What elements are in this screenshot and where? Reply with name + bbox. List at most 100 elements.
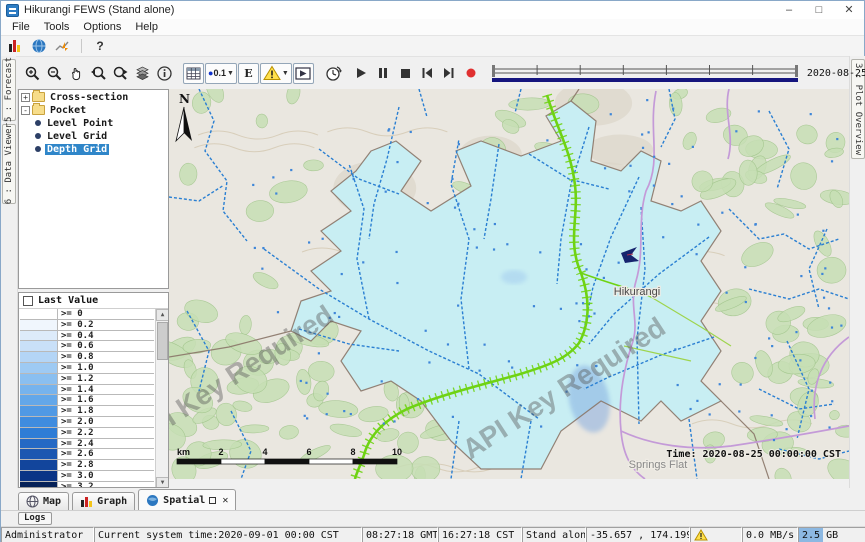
node-bullet-icon — [35, 120, 41, 126]
map-display-button[interactable] — [30, 38, 48, 54]
legend-list: >= 0>= 0.2>= 0.4>= 0.6>= 0.8>= 1.0>= 1.2… — [20, 309, 154, 488]
scroll-up-icon[interactable]: ▲ — [156, 309, 169, 321]
labels-toggle-button[interactable]: E — [238, 63, 259, 84]
legend-swatch — [20, 363, 58, 373]
database-button[interactable] — [6, 38, 24, 54]
legend-row: >= 2.4 — [20, 439, 154, 450]
tree-item-pocket[interactable]: -Pocket — [21, 104, 168, 116]
legend-swatch — [20, 352, 58, 362]
skip-start-icon — [420, 66, 434, 80]
legend-swatch — [20, 395, 58, 405]
close-button[interactable]: ✕ — [834, 1, 864, 19]
close-tab-icon[interactable]: ✕ — [222, 495, 228, 506]
chevron-down-icon: ▼ — [282, 70, 289, 77]
status-cell: Current system time:2020-09-01 00:00 CST — [94, 527, 362, 542]
menu-help[interactable]: Help — [128, 19, 165, 35]
menu-bar: FileToolsOptionsHelp — [1, 19, 864, 36]
animation-button[interactable] — [293, 63, 314, 84]
legend-swatch — [20, 309, 58, 319]
help-button[interactable]: ? — [91, 38, 109, 54]
record-icon — [464, 66, 478, 80]
thresholds-dropdown[interactable]: ▼ — [260, 63, 292, 84]
restore-icon[interactable] — [209, 497, 216, 504]
zoom-previous-button[interactable] — [88, 63, 109, 84]
step-back-button[interactable] — [417, 63, 438, 84]
legend-swatch — [20, 428, 58, 438]
left-tab-strip: 5 : Forecast 6 : Data Viewer — [1, 56, 18, 488]
grid-display-button[interactable] — [183, 63, 204, 84]
set-time-button[interactable] — [323, 63, 344, 84]
layers-icon — [134, 65, 151, 82]
map-time-label: Time: 2020-08-25 00:00:00 CST — [666, 448, 841, 460]
side-tab-forecast[interactable]: 5 : Forecast — [2, 59, 16, 121]
stop-button[interactable] — [395, 63, 416, 84]
skip-end-icon — [442, 66, 456, 80]
label-e-icon: E — [244, 67, 252, 80]
info-icon — [156, 65, 173, 82]
zoom-next-icon — [112, 65, 129, 82]
legend-swatch — [20, 417, 58, 427]
step-forward-button[interactable] — [439, 63, 460, 84]
filter-tree-panel: +Cross-section-PocketLevel PointLevel Gr… — [18, 89, 169, 289]
status-cell: Stand alone — [522, 527, 586, 542]
expand-icon[interactable]: + — [21, 93, 30, 102]
menu-options[interactable]: Options — [76, 19, 128, 35]
grid-icon — [186, 67, 201, 80]
legend-scrollbar[interactable]: ▲ ▼ — [155, 309, 168, 488]
tree-item-depth-grid[interactable]: Depth Grid — [21, 143, 168, 155]
chart-arrow-icon — [55, 38, 71, 54]
time-slider[interactable] — [489, 63, 801, 83]
menu-tools[interactable]: Tools — [37, 19, 77, 35]
tab-spatial[interactable]: Spatial✕ — [138, 489, 236, 510]
scrollbar-thumb[interactable] — [157, 322, 168, 360]
tab-graph[interactable]: Graph — [72, 492, 135, 510]
maximize-button[interactable]: □ — [804, 1, 834, 19]
minimize-button[interactable]: – — [774, 1, 804, 19]
logs-tab[interactable]: Logs — [18, 512, 52, 525]
scroll-down-icon[interactable]: ▼ — [156, 477, 169, 488]
time-series-button[interactable] — [54, 38, 72, 54]
map-view[interactable]: API Key Required API Key Required Hikura… — [169, 89, 849, 479]
pause-button[interactable] — [373, 63, 394, 84]
scale-unit-label: km — [177, 447, 190, 457]
last-value-checkbox[interactable] — [23, 296, 33, 306]
play-button[interactable] — [351, 63, 372, 84]
precision-dropdown[interactable]: ● 0.1 ▼ — [205, 63, 237, 84]
side-tab-data-viewer[interactable]: 6 : Data Viewer — [2, 124, 16, 204]
zoom-next-button[interactable] — [110, 63, 131, 84]
warning-icon — [694, 529, 708, 541]
tree-item-cross-section[interactable]: +Cross-section — [21, 91, 168, 103]
graph-tab-icon — [80, 495, 93, 508]
main-toolbar: ? — [1, 36, 864, 56]
legend-row: >= 0 — [20, 309, 154, 320]
map-canvas: API Key Required API Key Required Hikura… — [169, 89, 849, 479]
pan-button[interactable] — [66, 63, 87, 84]
legend-swatch — [20, 385, 58, 395]
zoom-in-button[interactable] — [22, 63, 43, 84]
town-label-springs-flat: Springs Flat — [629, 459, 688, 471]
tab-map[interactable]: Map — [18, 492, 69, 510]
current-time-label: 2020-08-25 00:00:00 CST — [807, 68, 865, 79]
spatial-tab-icon — [146, 494, 159, 507]
menu-file[interactable]: File — [5, 19, 37, 35]
tree-item-level-grid[interactable]: Level Grid — [21, 130, 168, 142]
status-cell: 08:27:18 GMT — [362, 527, 438, 542]
tree-item-level-point[interactable]: Level Point — [21, 117, 168, 129]
zoom-out-button[interactable] — [44, 63, 65, 84]
status-cell: 0.0 MB/s — [742, 527, 798, 542]
record-button[interactable] — [461, 63, 482, 84]
legend-row: >= 1.2 — [20, 374, 154, 385]
info-button[interactable] — [154, 63, 175, 84]
window-title: Hikurangi FEWS (Stand alone) — [24, 4, 174, 16]
legend-row: >= 2.2 — [20, 428, 154, 439]
bottom-tab-bar: MapGraphSpatial✕ — [1, 488, 865, 510]
database-icon — [7, 38, 23, 54]
legend-swatch — [20, 439, 58, 449]
legend-row: >= 3.0 — [20, 471, 154, 482]
layers-button[interactable] — [132, 63, 153, 84]
collapse-icon[interactable]: - — [21, 106, 30, 115]
timeline-icon — [489, 63, 801, 83]
legend-row: >= 1.6 — [20, 395, 154, 406]
legend-swatch — [20, 460, 58, 470]
legend-row: >= 0.4 — [20, 331, 154, 342]
